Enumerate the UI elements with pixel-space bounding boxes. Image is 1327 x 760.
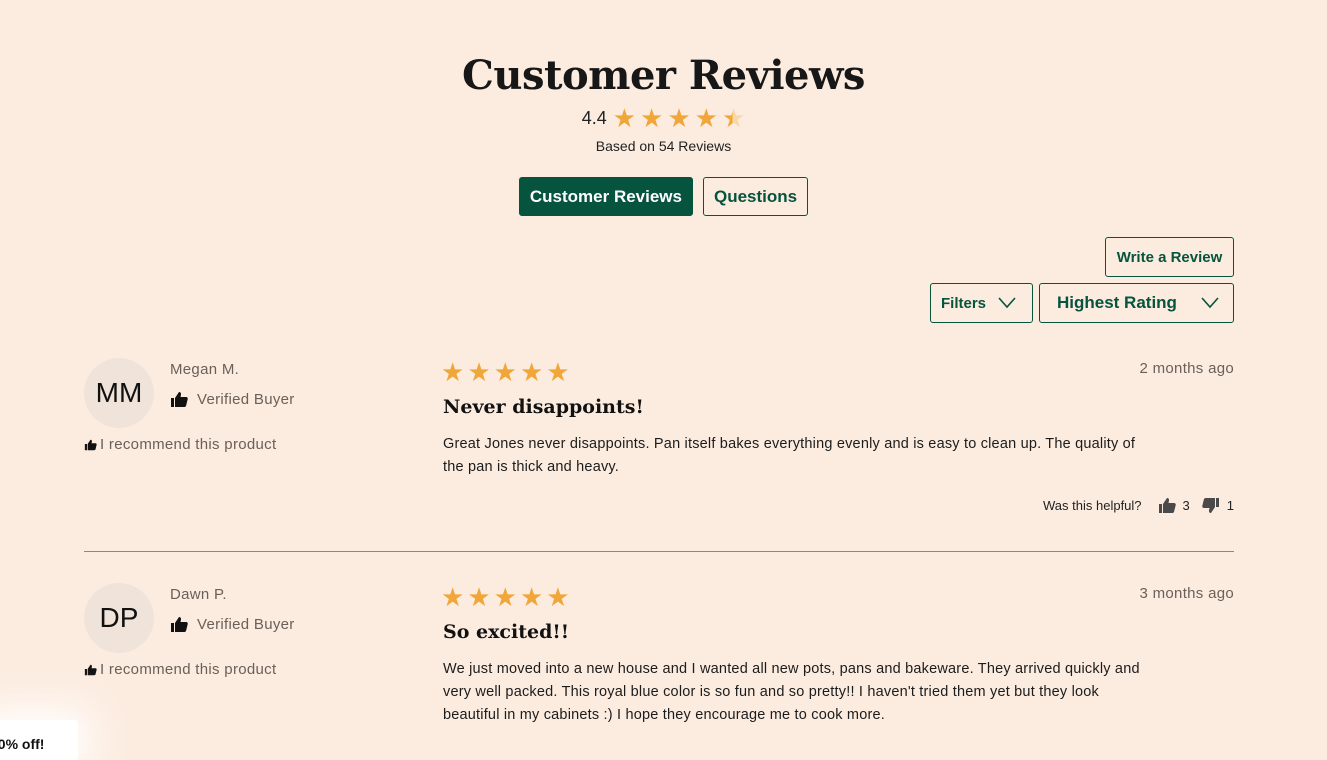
star-icon: ★ [546, 357, 570, 387]
review-tabs: Customer Reviews Questions [0, 177, 1327, 216]
average-rating: 4.4 [581, 107, 607, 128]
half-star-icon: ★ [721, 103, 746, 133]
star-icon: ★ [546, 582, 570, 612]
review-title: So excited!! [443, 621, 570, 643]
review-count: Based on 54 Reviews [595, 138, 732, 154]
star-icon: ★ [640, 103, 664, 133]
helpful-no-button[interactable]: 1 [1202, 497, 1234, 514]
reviewer-name: Dawn P. [170, 586, 227, 603]
verified-badge: Verified Buyer [170, 391, 295, 408]
star-icon: ★ [441, 582, 465, 612]
chevron-down-icon [1201, 297, 1219, 309]
filters-label: Filters [941, 294, 987, 312]
chevron-down-icon [998, 297, 1016, 309]
star-icon: ★ [467, 582, 491, 612]
star-icon: ★ [667, 103, 691, 133]
thumbs-down-icon [1202, 498, 1219, 513]
star-icon: ★ [441, 357, 465, 387]
review-title: Never disappoints! [443, 396, 644, 418]
helpful-no-count: 1 [1226, 498, 1234, 513]
thumbs-up-icon [171, 392, 188, 407]
thumbs-up-icon [171, 617, 188, 632]
review-rating: ★ ★ ★ ★ ★ [441, 583, 570, 611]
helpful-label: Was this helpful? [1043, 498, 1142, 513]
review-rating: ★ ★ ★ ★ ★ [441, 358, 570, 386]
star-icon: ★ [519, 357, 544, 387]
helpful-yes-count: 3 [1182, 498, 1190, 513]
verified-label: Verified Buyer [197, 616, 295, 633]
avatar: MM [84, 358, 154, 428]
sort-dropdown[interactable]: Highest Rating [1039, 283, 1234, 323]
tab-customer-reviews[interactable]: Customer Reviews [518, 177, 693, 216]
write-review-button[interactable]: Write a Review [1105, 237, 1234, 277]
reviewer-name: Megan M. [170, 361, 240, 378]
review-date: 3 months ago [1139, 585, 1234, 602]
avatar: DP [84, 583, 154, 653]
recommend-note: I recommend this product [84, 436, 276, 453]
rating-summary: 4.4 ★ ★ ★ ★ ★ [0, 104, 1327, 132]
recommend-label: I recommend this product [100, 436, 277, 453]
star-icon: ★ [612, 103, 637, 133]
sort-label: Highest Rating [1057, 293, 1177, 312]
recommend-label: I recommend this product [100, 661, 277, 678]
thumbs-up-icon [1158, 498, 1176, 513]
star-icon: ★ [493, 582, 517, 612]
review-date: 2 months ago [1139, 360, 1234, 377]
tab-questions[interactable]: Questions [703, 177, 809, 216]
verified-badge: Verified Buyer [170, 616, 295, 633]
verified-label: Verified Buyer [197, 391, 295, 408]
helpful-yes-button[interactable]: 3 [1158, 497, 1190, 514]
review-divider [84, 551, 1234, 552]
thumbs-up-icon [84, 664, 97, 675]
star-icon: ★ [519, 582, 544, 612]
star-icon: ★ [467, 357, 491, 387]
review-item: MM Megan M. Verified Buyer I recommend t… [84, 358, 1234, 528]
review-body: We just moved into a new house and I wan… [443, 661, 1140, 723]
helpful-votes: Was this helpful? 3 1 [1043, 497, 1234, 514]
recommend-note: I recommend this product [84, 661, 276, 678]
page-title: Customer Reviews [462, 52, 865, 99]
filters-dropdown[interactable]: Filters [930, 283, 1033, 323]
review-item: DP Dawn P. Verified Buyer I recommend th… [84, 583, 1234, 747]
thumbs-up-icon [84, 439, 97, 450]
star-icon: ★ [493, 357, 517, 387]
star-icon: ★ [694, 103, 718, 133]
review-body: Great Jones never disappoints. Pan itsel… [443, 436, 1136, 475]
promo-tab[interactable]: 50% off! [0, 720, 78, 760]
